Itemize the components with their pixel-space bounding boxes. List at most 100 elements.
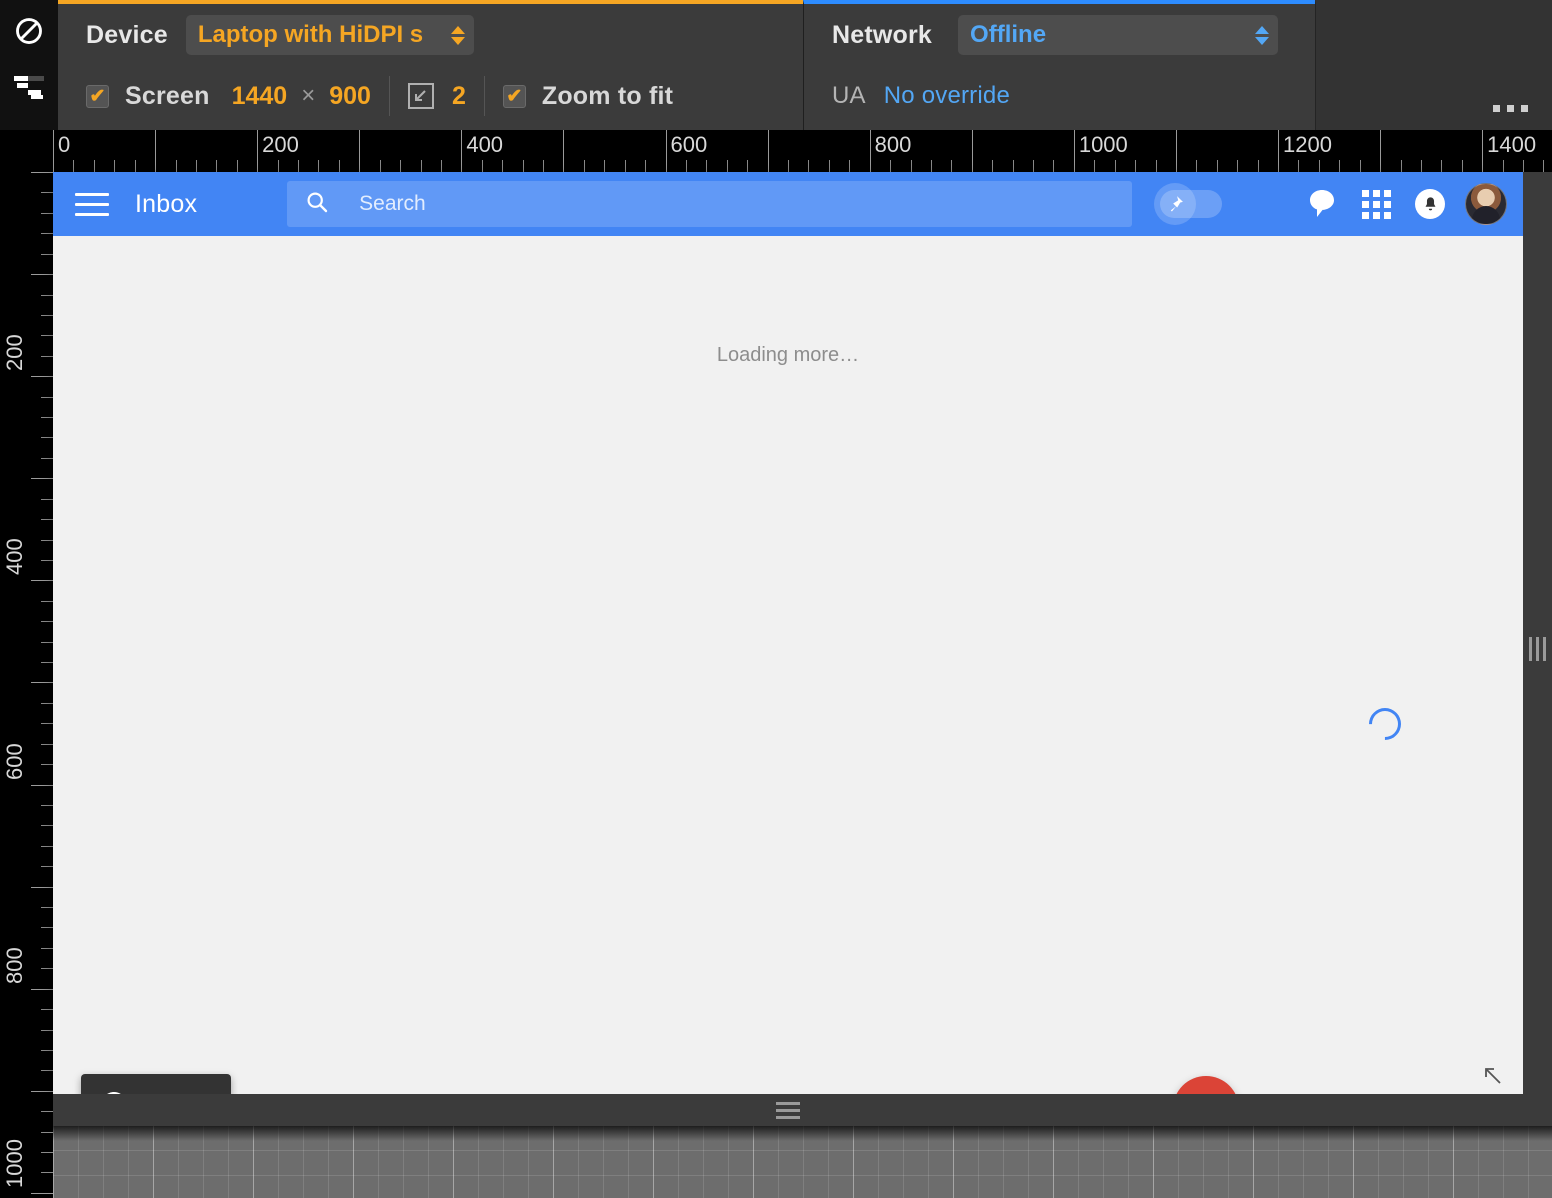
- grid-top-shadow: [53, 1125, 1552, 1141]
- chevron-updown-icon: [1252, 25, 1272, 45]
- ruler-tick: [41, 764, 53, 766]
- ruler-tick: [31, 274, 53, 276]
- ruler-tick: [624, 160, 626, 172]
- ruler-tick: [1073, 130, 1075, 172]
- devtools-left-rail: [0, 0, 58, 130]
- ua-value[interactable]: No override: [884, 82, 1010, 110]
- screen-checkbox[interactable]: [86, 84, 109, 108]
- ruler-tick: [41, 559, 53, 561]
- ruler-label: 1000: [1078, 132, 1128, 157]
- ruler-tick: [1257, 160, 1259, 172]
- page-title: Inbox: [135, 189, 198, 218]
- ruler-tick: [31, 478, 53, 480]
- search-input[interactable]: Search: [287, 181, 1133, 227]
- ruler-tick: [31, 1090, 53, 1092]
- dpr-field[interactable]: 2: [452, 82, 466, 111]
- ruler-tick: [277, 160, 279, 172]
- dimension-separator: ×: [301, 82, 316, 109]
- ruler-tick: [1359, 160, 1361, 172]
- ruler-tick: [1135, 160, 1137, 172]
- avatar[interactable]: [1465, 183, 1507, 225]
- ruler-tick: [1339, 160, 1341, 172]
- ruler-label: 400: [2, 538, 27, 576]
- ruler-tick: [420, 160, 422, 172]
- resize-handle-icon[interactable]: [1481, 1064, 1503, 1086]
- ruler-tick: [849, 160, 851, 172]
- ruler-tick: [583, 160, 585, 172]
- ruler-tick: [216, 160, 218, 172]
- ruler-label: 1400: [1487, 132, 1537, 157]
- screen-height-field[interactable]: 900: [329, 82, 371, 111]
- toolbar-divider-2: [483, 76, 485, 116]
- search-placeholder: Search: [359, 192, 426, 215]
- block-icon[interactable]: [12, 14, 46, 48]
- ruler-tick: [563, 130, 565, 172]
- devtools-device-mode-screen: Device Laptop with HiDPI s Screen 1440 ×…: [0, 0, 1552, 1198]
- screen-width-field[interactable]: 1440: [232, 82, 288, 111]
- ruler-tick: [41, 723, 53, 725]
- ruler-tick: [41, 804, 53, 806]
- toolbar-overflow-area: [1315, 0, 1552, 130]
- ruler-tick: [706, 160, 708, 172]
- network-select[interactable]: Offline: [958, 15, 1279, 55]
- zoom-to-fit-checkbox[interactable]: [502, 84, 526, 108]
- more-options-icon[interactable]: [1493, 105, 1528, 112]
- ruler-tick: [41, 457, 53, 459]
- ruler-tick: [41, 702, 53, 704]
- ruler-tick: [1318, 160, 1320, 172]
- ruler-tick: [318, 160, 320, 172]
- ruler-tick: [41, 968, 53, 970]
- ruler-tick: [31, 1192, 53, 1194]
- ruler-tick: [685, 160, 687, 172]
- ruler-tick: [1441, 160, 1443, 172]
- inbox-content-area: Loading more… Loading…: [53, 236, 1523, 1094]
- ruler-tick: [971, 130, 973, 172]
- network-select-value: Offline: [970, 21, 1047, 48]
- network-label: Network: [832, 20, 933, 49]
- ruler-tick: [134, 160, 136, 172]
- ruler-tick: [359, 130, 361, 172]
- ruler-tick: [41, 1152, 53, 1153]
- ruler-tick: [41, 927, 53, 929]
- ruler-tick: [1012, 160, 1014, 172]
- ruler-tick: [1114, 160, 1116, 172]
- ruler-tick: [155, 130, 157, 172]
- ruler-label: 0: [58, 132, 71, 157]
- ruler-tick: [461, 130, 463, 172]
- ruler-tick: [41, 845, 53, 847]
- ruler-tick: [257, 130, 259, 172]
- horizontal-resize-handle[interactable]: [53, 1094, 1523, 1126]
- spinner-icon: [95, 1086, 133, 1094]
- ruler-tick: [41, 825, 53, 827]
- apps-grid-icon[interactable]: [1349, 181, 1403, 227]
- pin-toggle[interactable]: [1154, 183, 1223, 225]
- ruler-tick: [31, 172, 53, 173]
- ruler-tick: [338, 160, 340, 172]
- pin-toggle-knob: [1154, 183, 1197, 225]
- ruler-tick: [93, 160, 95, 172]
- compose-fab-button[interactable]: [1173, 1076, 1239, 1094]
- hangouts-icon[interactable]: [1295, 181, 1349, 227]
- ruler-tick: [41, 907, 53, 908]
- inline-spinner-icon: [1362, 701, 1408, 747]
- ruler-tick: [1523, 160, 1524, 172]
- notifications-bell-icon[interactable]: [1403, 181, 1457, 227]
- ruler-tick: [522, 160, 524, 172]
- ruler-tick: [236, 160, 238, 172]
- ruler-tick: [41, 314, 53, 316]
- ruler-label: 200: [2, 334, 27, 372]
- vertical-resize-handle[interactable]: [1523, 172, 1552, 1126]
- ruler-tick: [1053, 160, 1055, 172]
- ruler-tick: [41, 294, 53, 296]
- pin-icon: [1171, 196, 1184, 212]
- loading-more-label: Loading more…: [716, 344, 860, 366]
- throttling-icon[interactable]: [12, 70, 46, 104]
- ruler-tick: [1380, 130, 1382, 172]
- ruler-label: 800: [2, 946, 27, 984]
- device-select[interactable]: Laptop with HiDPI s: [185, 15, 474, 55]
- ruler-tick: [195, 160, 197, 172]
- ua-label: UA: [832, 82, 866, 109]
- ruler-tick: [298, 160, 299, 172]
- hamburger-icon[interactable]: [75, 189, 109, 219]
- ruler-tick: [930, 160, 932, 172]
